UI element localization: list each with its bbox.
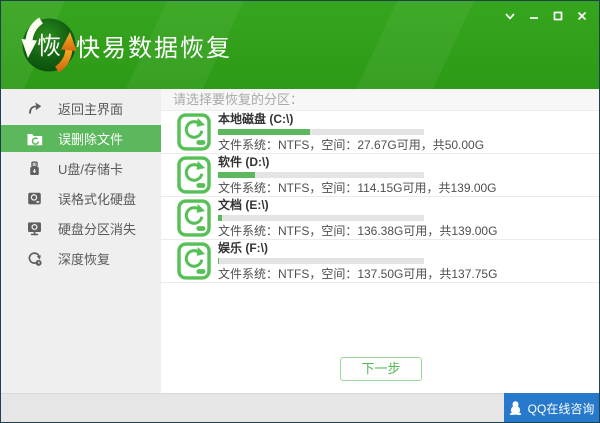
usage-bar-fill: [218, 214, 222, 221]
deep-scan-icon: [28, 252, 42, 266]
sidebar-item-label: U盘/存储卡: [58, 162, 124, 177]
drive-details: 文件系统：NTFS，空间：114.15G可用，共139.00G: [218, 180, 497, 195]
close-icon[interactable]: [573, 8, 591, 24]
drive-info: 娱乐 (F:\) 文件系统：NTFS，空间：137.50G可用，共137.75G: [218, 240, 498, 281]
drive-name: 软件 (D:\): [218, 154, 270, 169]
usage-bar: [218, 171, 424, 178]
drive-info: 本地磁盘 (C:\) 文件系统：NTFS，空间：27.67G可用，共50.00G: [218, 111, 485, 152]
main-panel: 请选择要恢复的分区： 本地磁盘 (C:\) 文件系统：NTFS，空间：27.67…: [161, 89, 599, 393]
qq-consult-button[interactable]: QQ在线咨询: [504, 393, 599, 422]
usage-bar-fill: [218, 128, 311, 135]
qq-consult-label: QQ在线咨询: [527, 401, 595, 416]
drive-icon: [177, 113, 211, 151]
title-bar: 恢 快易数据恢复: [1, 1, 599, 89]
usage-bar-fill: [218, 257, 219, 264]
app-title: 快易数据恢复: [76, 34, 232, 62]
drive-name: 文档 (E:\): [218, 197, 269, 212]
hard-drive-icon: [28, 192, 41, 205]
sidebar-item-label: 误格式化硬盘: [58, 192, 137, 207]
sidebar-item-formatted-disk[interactable]: 误格式化硬盘: [1, 185, 161, 212]
drive-details: 文件系统：NTFS，空间：27.67G可用，共50.00G: [218, 137, 485, 152]
drive-row-f[interactable]: 娱乐 (F:\) 文件系统：NTFS，空间：137.50G可用，共137.75G: [161, 240, 599, 283]
partition-prompt: 请选择要恢复的分区：: [161, 89, 599, 111]
usage-bar: [218, 128, 424, 135]
sidebar-item-label: 误删除文件: [58, 132, 124, 147]
drive-icon: [177, 199, 211, 237]
sidebar-item-deep-recovery[interactable]: 深度恢复: [1, 245, 161, 272]
folder-recover-icon: [27, 134, 43, 146]
sidebar: 返回主界面 误删除文件 U盘/存储卡 误格式化硬盘 硬盘分区消失 深度恢复: [1, 89, 161, 393]
usage-bar-fill: [218, 171, 255, 178]
usb-drive-icon: [30, 161, 39, 175]
drive-icon: [177, 156, 211, 194]
drive-name: 本地磁盘 (C:\): [218, 111, 294, 126]
app-logo-icon: 恢: [21, 17, 77, 73]
window-controls: [501, 8, 591, 24]
return-arrow-icon: [29, 102, 42, 114]
usage-bar: [218, 214, 424, 221]
drive-row-c[interactable]: 本地磁盘 (C:\) 文件系统：NTFS，空间：27.67G可用，共50.00G: [161, 111, 599, 154]
svg-text:恢: 恢: [37, 33, 61, 60]
drive-info: 文档 (E:\) 文件系统：NTFS，空间：136.38G可用，共139.00G: [218, 197, 498, 238]
usage-bar: [218, 257, 424, 264]
sidebar-item-label: 硬盘分区消失: [58, 222, 137, 237]
drive-info: 软件 (D:\) 文件系统：NTFS，空间：114.15G可用，共139.00G: [218, 154, 497, 195]
chevron-down-icon[interactable]: [501, 8, 519, 24]
minimize-icon[interactable]: [525, 8, 543, 24]
sidebar-item-deleted-files[interactable]: 误删除文件: [1, 125, 161, 152]
drive-name: 娱乐 (F:\): [218, 240, 268, 255]
sidebar-item-usb-card[interactable]: U盘/存储卡: [1, 155, 161, 182]
sidebar-item-label: 深度恢复: [58, 252, 111, 267]
maximize-icon[interactable]: [549, 8, 567, 24]
sidebar-item-lost-partition[interactable]: 硬盘分区消失: [1, 215, 161, 242]
drive-icon: [177, 242, 211, 280]
app-window: 恢 快易数据恢复 返回主界面 误删除文件 U盘/存储卡 误格式化硬盘 硬盘分区消…: [0, 0, 600, 423]
drive-details: 文件系统：NTFS，空间：136.38G可用，共139.00G: [218, 223, 498, 238]
partition-monitor-icon: [28, 222, 41, 236]
qq-penguin-icon: [509, 401, 521, 415]
drive-row-e[interactable]: 文档 (E:\) 文件系统：NTFS，空间：136.38G可用，共139.00G: [161, 197, 599, 240]
drive-details: 文件系统：NTFS，空间：137.50G可用，共137.75G: [218, 266, 498, 281]
sidebar-item-return-home[interactable]: 返回主界面: [1, 95, 161, 122]
sidebar-item-label: 返回主界面: [58, 102, 124, 117]
next-step-button[interactable]: 下一步: [340, 357, 422, 381]
footer-bar: QQ在线咨询: [1, 393, 599, 422]
drive-row-d[interactable]: 软件 (D:\) 文件系统：NTFS，空间：114.15G可用，共139.00G: [161, 154, 599, 197]
